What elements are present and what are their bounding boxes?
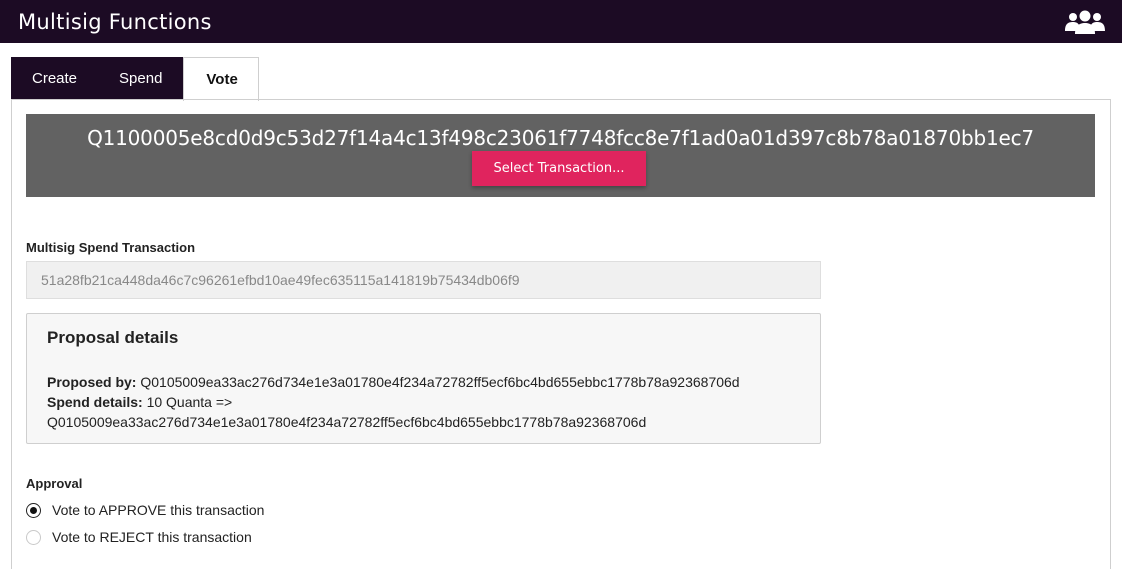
select-transaction-button[interactable]: Select Transaction... — [472, 151, 646, 186]
spend-details-value: 10 Quanta => — [146, 394, 233, 410]
spend-transaction-field[interactable] — [26, 261, 821, 299]
proposed-by-value: Q0105009ea33ac276d734e1e3a01780e4f234a72… — [140, 374, 740, 390]
tab-create[interactable]: Create — [11, 57, 99, 100]
spend-details-address: Q0105009ea33ac276d734e1e3a01780e4f234a72… — [47, 414, 647, 430]
approve-option-label: Vote to APPROVE this transaction — [52, 502, 265, 518]
approve-radio[interactable] — [26, 502, 41, 518]
reject-radio[interactable] — [26, 529, 41, 545]
proposal-title: Proposal details — [47, 328, 179, 347]
proposal-details-card: Proposal details Proposed by: Q0105009ea… — [26, 313, 821, 444]
spend-details-label: Spend details: — [47, 394, 143, 410]
app-title: Multisig Functions — [18, 9, 212, 34]
users-group-icon[interactable] — [1064, 9, 1106, 35]
function-tabs: Create Spend Vote — [11, 57, 259, 101]
approval-label: Approval — [26, 476, 83, 491]
proposal-body: Proposed by: Q0105009ea33ac276d734e1e3a0… — [47, 372, 807, 432]
top-bar: Multisig Functions — [0, 0, 1122, 43]
multisig-address-banner: Q1100005e8cd0d9c53d27f14a4c13f498c23061f… — [26, 114, 1095, 197]
reject-option-label: Vote to REJECT this transaction — [52, 529, 252, 545]
reject-option[interactable]: Vote to REJECT this transaction — [26, 529, 252, 545]
tab-vote[interactable]: Vote — [183, 57, 259, 101]
proposed-by-label: Proposed by: — [47, 374, 137, 390]
tab-spend[interactable]: Spend — [98, 57, 184, 100]
approve-option[interactable]: Vote to APPROVE this transaction — [26, 502, 264, 518]
multisig-address: Q1100005e8cd0d9c53d27f14a4c13f498c23061f… — [87, 126, 1034, 150]
spend-transaction-label: Multisig Spend Transaction — [26, 240, 196, 255]
